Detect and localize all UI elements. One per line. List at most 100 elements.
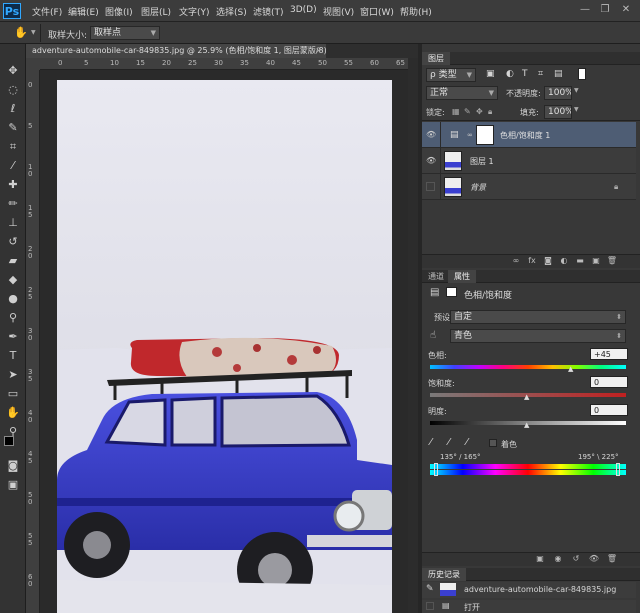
lock-position-icon[interactable]: ✥ [476,107,483,116]
visibility-checkbox[interactable] [426,182,435,191]
hue-input[interactable]: +45 [590,348,628,360]
lock-all-icon[interactable]: 🔒︎ [488,107,492,117]
crop-tool-icon[interactable]: ⌗ [3,138,23,156]
filter-smart-object-icon[interactable]: ▤ [554,69,563,79]
trash-icon[interactable]: 🗑︎ [606,255,618,267]
history-state-checkbox[interactable] [426,602,434,610]
menu-3d[interactable]: 3D(D) [290,5,317,15]
layer-name[interactable]: 图层 1 [470,156,494,167]
filter-type-icon[interactable]: T [522,69,528,79]
layer-row-layer1[interactable]: 👁︎ 图层 1 [422,148,636,174]
menu-window[interactable]: 窗口(W) [360,5,394,18]
menu-file[interactable]: 文件(F) [32,5,62,18]
preset-select[interactable]: 自定 ⬍ [450,310,626,324]
eye-icon[interactable]: 👁︎ [588,553,600,565]
fill-input[interactable]: 100% [544,105,572,119]
path-select-icon[interactable]: ➤ [3,366,23,384]
saturation-slider-thumb[interactable]: ▲ [524,393,529,401]
hand-tool-icon[interactable]: ✋ [3,404,23,422]
menu-filter[interactable]: 滤镜(T) [253,5,284,18]
menu-image[interactable]: 图像(I) [105,5,133,18]
lightness-input[interactable]: 0 [590,404,628,416]
history-item[interactable]: ▤ 打开 [422,600,636,613]
hand-tool-preset-icon[interactable]: ✋ [14,26,28,39]
history-snapshot-row[interactable]: ✎ adventure-automobile-car-849835.jpg [422,582,636,598]
quick-mask-icon[interactable]: ◙ [3,457,23,475]
new-adjustment-icon[interactable]: ◐ [558,255,570,267]
close-tab-icon[interactable]: × [315,44,322,58]
paint-bucket-icon[interactable]: ◆ [3,271,23,289]
layer-name[interactable]: 色相/饱和度 1 [500,130,550,141]
chain-link-icon[interactable]: ∞ [467,131,473,139]
dodge-tool-icon[interactable]: ⚲ [3,309,23,327]
trash-icon[interactable]: 🗑︎ [606,553,618,565]
lock-pixels-icon[interactable]: ✎ [464,107,471,116]
link-layers-icon[interactable]: ∞ [510,255,522,267]
stamp-tool-icon[interactable]: ⊥ [3,214,23,232]
menu-view[interactable]: 视图(V) [323,5,354,18]
blur-tool-icon[interactable]: ● [3,290,23,308]
shape-tool-icon[interactable]: ▭ [3,385,23,403]
range-handle-right[interactable] [616,463,620,476]
layer-name[interactable]: 背景 [470,182,486,193]
layer-thumbnail[interactable] [444,151,462,171]
eraser-tool-icon[interactable]: ▰ [3,252,23,270]
canvas-vertical-scrollbar[interactable] [408,58,418,613]
lightness-slider-thumb[interactable]: ▲ [524,421,529,429]
saturation-input[interactable]: 0 [590,376,628,388]
eyedropper-icon[interactable]: ⁄ [430,437,432,448]
tab-history[interactable]: 历史记录 [422,568,466,581]
pen-tool-icon[interactable]: ✒ [3,328,23,346]
targeted-adjustment-icon[interactable]: ☝ [430,330,436,341]
hue-slider[interactable] [430,365,626,369]
layer-row-background[interactable]: 背景 🔒︎ [422,174,636,200]
new-group-icon[interactable]: ▬ [574,255,586,267]
chevron-down-icon[interactable]: ▼ [574,87,579,94]
document-tab[interactable]: adventure-automobile-car-849835.jpg @ 25… [26,44,326,58]
type-tool-icon[interactable]: T [3,347,23,365]
eyedropper-tool-icon[interactable]: ⁄ [3,157,23,175]
fx-icon[interactable]: fx [526,255,538,267]
menu-select[interactable]: 选择(S) [216,5,247,18]
range-handle-left[interactable] [434,463,438,476]
brush-tool-icon[interactable]: ✏ [3,195,23,213]
eye-icon[interactable]: 👁︎ [426,130,436,140]
colorize-checkbox[interactable] [489,439,497,447]
layer-row-hue-saturation[interactable]: 👁︎ ▤ ∞ 色相/饱和度 1 [422,122,636,148]
restore-button[interactable]: ❐ [598,3,612,17]
foreground-color-swatch[interactable] [4,436,14,446]
reset-icon[interactable]: ↺ [570,553,582,565]
menu-help[interactable]: 帮助(H) [400,5,432,18]
move-tool-icon[interactable]: ✥ [3,62,23,80]
clip-to-layer-icon[interactable]: ▣ [534,553,546,565]
menu-type[interactable]: 文字(Y) [179,5,210,18]
eyedropper-add-icon[interactable]: ⁄ [448,437,450,448]
tab-layers[interactable]: 图层 [422,52,450,65]
sample-size-select[interactable]: 取样点 ▼ [90,26,160,40]
lasso-tool-icon[interactable]: ℓ [3,100,23,118]
document-image[interactable] [57,80,392,613]
filter-toggle-icon[interactable] [578,68,586,80]
tab-properties[interactable]: 属性 [448,270,476,283]
add-mask-icon[interactable]: ◙ [542,255,554,267]
new-layer-icon[interactable]: ▣ [590,255,602,267]
healing-brush-icon[interactable]: ✚ [3,176,23,194]
blend-mode-select[interactable]: 正常 ▼ [426,86,498,100]
channel-select[interactable]: 青色 ⬍ [450,329,626,343]
layer-thumbnail[interactable] [444,177,462,197]
eye-icon[interactable]: 👁︎ [426,156,436,166]
close-button[interactable]: ✕ [619,3,633,17]
eyedropper-subtract-icon[interactable]: ⁄ [466,437,468,448]
chevron-down-icon[interactable]: ▼ [574,106,579,113]
marquee-tool-icon[interactable]: ◌ [3,81,23,99]
layer-mask-thumbnail[interactable] [476,125,494,145]
lock-transparent-icon[interactable]: ▦ [452,107,460,116]
quick-select-tool-icon[interactable]: ✎ [3,119,23,137]
filter-adjustment-icon[interactable]: ◐ [506,69,514,79]
layer-filter-select[interactable]: ρ 类型 ▼ [426,68,476,82]
view-previous-icon[interactable]: ◉ [552,553,564,565]
menu-edit[interactable]: 编辑(E) [68,5,99,18]
mask-icon[interactable] [446,287,457,297]
history-brush-icon[interactable]: ✎ [426,584,434,594]
minimize-button[interactable]: — [578,3,592,17]
